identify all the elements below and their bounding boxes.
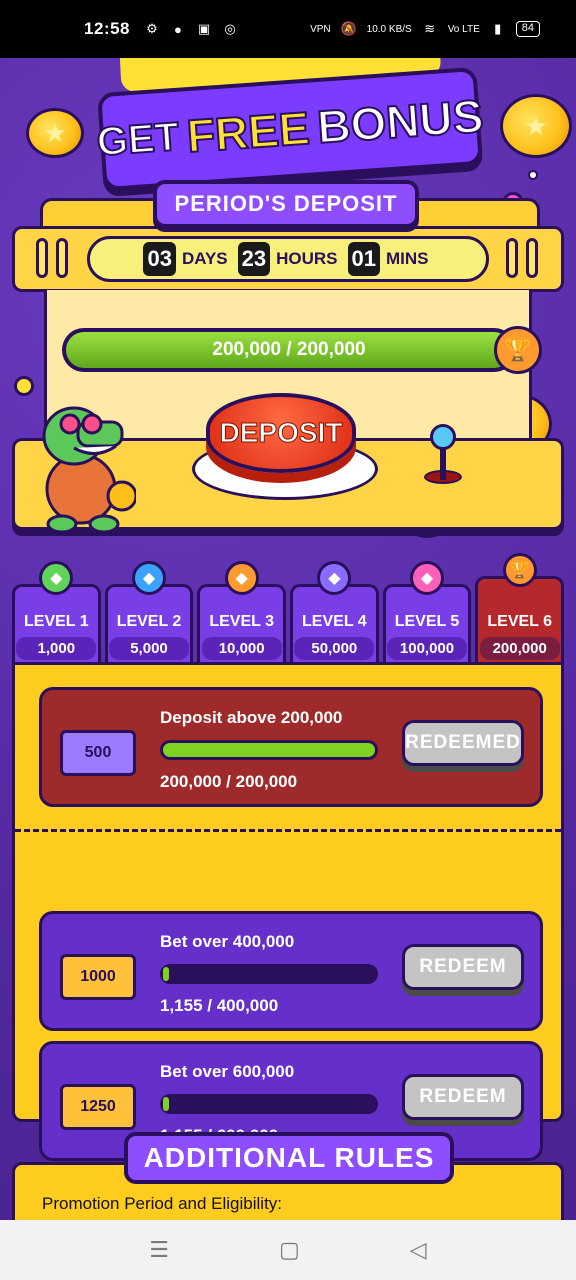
gem-icon: ◆ [39,561,74,595]
crocodile-mascot [42,406,136,534]
battery-indicator: 84 [515,21,540,37]
redeem-button[interactable]: REDEEMED [402,720,524,766]
level-amount: 200,000 [479,637,560,660]
level-name: LEVEL 3 [209,613,274,630]
left-slats [36,238,68,278]
redeem-button[interactable]: REDEEM [402,1074,524,1120]
ticket-icon: 1250 [60,1084,136,1130]
banner-word-get: GET [94,113,181,165]
task-progress-text: 200,000 / 200,000 [160,772,298,791]
task-progress-fill [163,743,375,757]
gem-icon: ◆ [132,561,166,595]
decor-dot [528,170,538,180]
level-name: LEVEL 6 [487,613,552,630]
level-amount: 5,000 [109,637,189,660]
task-progress-text: 1,155 / 400,000 [160,996,279,1015]
level-tab-1[interactable]: ◆ LEVEL 1 1,000 [12,561,101,666]
task-title: Bet over 400,000 [160,932,295,951]
system-nav-bar: ☰ ▢ ◁ [0,1220,576,1280]
deposit-progress-text: 200,000 / 200,000 [212,339,366,360]
trophy-icon: 🏆 [494,326,542,374]
timer-mins: 01 [347,242,381,276]
tasks-panel: 500 Deposit above 200,000 200,000 / 200,00… [12,662,564,1161]
ad-icon: ▣ [197,21,211,36]
task-progress-fill [163,1097,170,1111]
rules-first-heading: Promotion Period and Eligibility: [42,1194,283,1213]
slat [36,238,48,278]
ticket-icon: 1000 [60,954,136,1000]
banner-word-bonus: BONUS [315,89,486,154]
level-tab-2[interactable]: ◆ LEVEL 2 5,000 [104,561,194,666]
level-amount: 1,000 [16,637,97,660]
menu-icon[interactable]: ☰ [149,1237,169,1263]
task-progress-fill [163,967,170,981]
vpn-indicator: VPN [310,23,331,35]
lever-knob [430,424,456,450]
timer-days-label: DAYS [181,249,228,268]
status-bar: 12:58 ⚙ ● ▣ ◎ VPN 🔕 10.0 KB/S ≋ Vo LTE ▮… [0,0,576,58]
timer-days: 03 [143,242,176,276]
deposit-progress-fill: 200,000 / 200,000 [66,332,512,368]
level-tab-5[interactable]: ◆ LEVEL 5 100,000 [382,561,472,666]
banner-word-free: FREE [184,101,312,163]
slat [56,238,68,278]
wifi-icon: ≋ [424,21,436,36]
gem-icon: ◆ [317,561,352,595]
level-amount: 50,000 [294,637,375,660]
chat-icon: ● [174,21,182,37]
level-name: LEVEL 4 [302,613,367,630]
promo-page: GET FREE BONUS ★ ★ ★ ★ PERIOD'S DEPOSIT … [0,58,576,1220]
signal-icon: ▮ [494,21,502,36]
coin-icon: ★ [26,108,84,158]
task-progress-bar [160,740,378,760]
task-progress-bar [160,1094,378,1114]
task-title: Deposit above 200,000 [160,708,343,727]
lever-stick [440,446,446,480]
timer-mins-label: MINS [386,249,429,268]
slat [526,238,538,278]
lte-indicator: Vo LTE [447,23,480,35]
level-tab-4[interactable]: ◆ LEVEL 4 50,000 [290,561,379,666]
coin-icon: ★ [500,94,572,158]
deposit-button[interactable]: DEPOSIT [206,393,356,473]
level-name: LEVEL 2 [116,613,182,630]
additional-rules-title: ADDITIONAL RULES [124,1132,454,1184]
level-amount: 100,000 [387,637,468,660]
right-slats [506,238,538,278]
level-tab-3[interactable]: ◆ LEVEL 3 10,000 [197,561,287,666]
redeem-button[interactable]: REDEEM [402,944,524,990]
home-icon[interactable]: ▢ [279,1237,300,1263]
slat [506,238,518,278]
task-progress-bar [160,964,378,984]
level-tabs: ◆ LEVEL 1 1,000 ◆ LEVEL 2 5,000 ◆ LEVEL 3 10,000… [12,553,565,666]
mute-icon: 🔕 [340,21,357,36]
net-speed: 10.0 KB/S [366,23,412,35]
gem-icon: ◆ [410,561,445,595]
timer-hours-label: HOURS [276,249,338,268]
dashed-divider [15,829,561,832]
countdown-timer: 03 DAYS 23 HOURS 01 MINS [87,236,489,282]
status-time: 12:58 [84,19,130,38]
period-deposit-title: PERIOD'S DEPOSIT [153,180,419,228]
deposit-progress-bar: 200,000 / 200,000 [62,328,516,372]
task-title: Bet over 600,000 [160,1062,295,1081]
gem-icon: ◆ [224,561,259,595]
level-name: LEVEL 1 [24,613,89,630]
trophy-icon: 🏆 [502,553,537,587]
settings-icon: ⚙ [146,21,158,36]
timer-hours: 23 [237,242,271,276]
level-tab-6[interactable]: 🏆 LEVEL 6 200,000 [475,553,565,666]
instagram-icon: ◎ [224,21,236,36]
ticket-icon: 500 [60,730,136,776]
task-card: 500 Deposit above 200,000 200,000 / 200,00… [39,687,543,807]
back-icon[interactable]: ◁ [410,1237,427,1263]
level-name: LEVEL 5 [394,613,460,630]
task-card: 1000 Bet over 400,000 1,155 / 400,000 REDEE… [39,911,543,1031]
level-amount: 10,000 [201,637,282,660]
